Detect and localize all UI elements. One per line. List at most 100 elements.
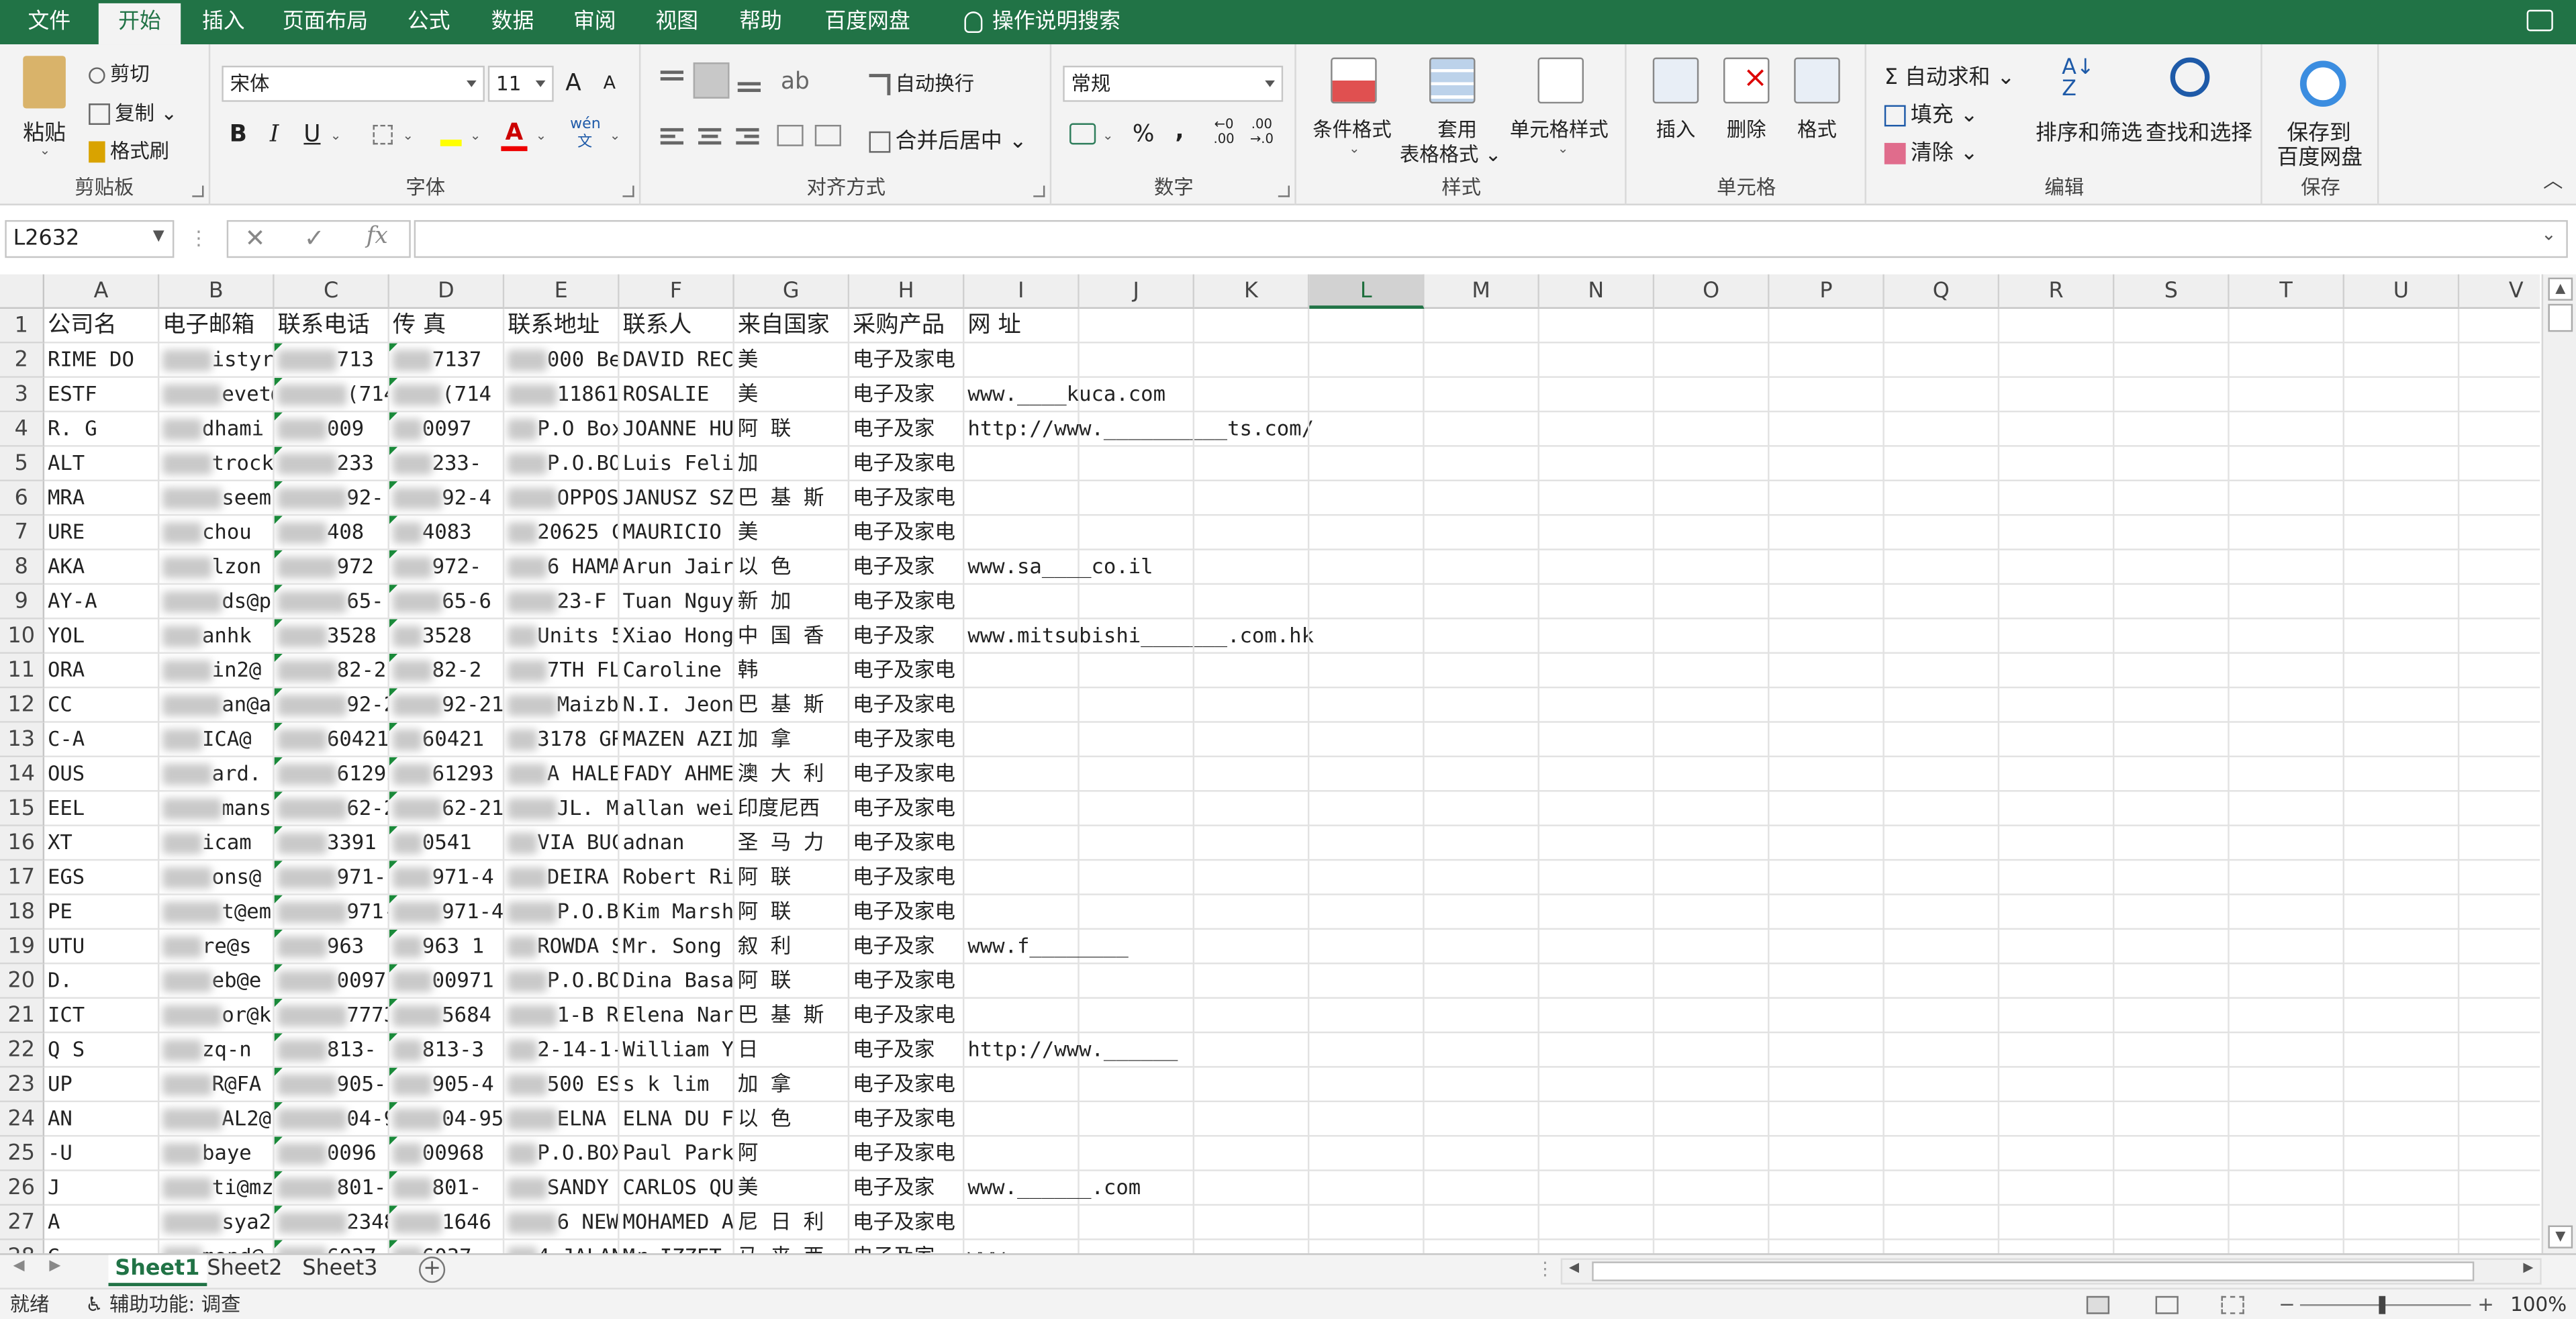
cell-T22[interactable] <box>2229 1033 2345 1068</box>
cell-N7[interactable] <box>1539 516 1655 550</box>
cell-M24[interactable] <box>1424 1102 1539 1137</box>
cell-R5[interactable] <box>1999 446 2115 482</box>
cell-O12[interactable] <box>1654 688 1770 723</box>
cell-B22[interactable]: zq-n <box>159 1033 275 1068</box>
cell-J1[interactable] <box>1079 309 1195 344</box>
cell-N27[interactable] <box>1539 1206 1655 1240</box>
font-launcher[interactable] <box>622 185 634 197</box>
cell-N23[interactable] <box>1539 1067 1655 1103</box>
cell-F10[interactable]: Xiao Hong <box>619 619 734 654</box>
cell-V7[interactable] <box>2459 516 2540 550</box>
cell-T21[interactable] <box>2229 998 2345 1034</box>
zoom-in-icon[interactable]: + <box>2477 1289 2494 1319</box>
cell-N20[interactable] <box>1539 964 1655 999</box>
cell-P10[interactable] <box>1769 619 1885 654</box>
cell-R20[interactable] <box>1999 964 2115 999</box>
cell-K1[interactable] <box>1194 309 1310 344</box>
cell-J26[interactable] <box>1079 1171 1195 1206</box>
cell-S20[interactable] <box>2114 964 2230 999</box>
cell-T17[interactable] <box>2229 861 2345 895</box>
cell-H3[interactable]: 电子及家 <box>849 377 965 413</box>
cell-B1[interactable]: 电子邮箱 <box>159 309 275 344</box>
cell-L15[interactable] <box>1309 791 1425 826</box>
cell-I6[interactable] <box>964 481 1080 516</box>
clipboard-launcher[interactable] <box>192 185 204 197</box>
cell-Q15[interactable] <box>1884 791 2000 826</box>
cell-S27[interactable] <box>2114 1206 2230 1240</box>
cell-S13[interactable] <box>2114 722 2230 758</box>
cell-E13[interactable]: 3178 GRA <box>504 722 620 758</box>
cell-S28[interactable] <box>2114 1240 2230 1254</box>
cell-E3[interactable]: 11861 Ca <box>504 377 620 413</box>
cell-N25[interactable] <box>1539 1136 1655 1171</box>
cell-F18[interactable]: Kim Marsh <box>619 895 734 930</box>
cell-T12[interactable] <box>2229 688 2345 723</box>
cell-U24[interactable] <box>2344 1102 2460 1137</box>
cell-S23[interactable] <box>2114 1067 2230 1103</box>
cell-G3[interactable]: 美 <box>734 377 850 413</box>
scroll-right-icon[interactable]: ▶ <box>2523 1260 2533 1275</box>
cell-D28[interactable]: 6037 <box>389 1240 505 1254</box>
cell-J21[interactable] <box>1079 998 1195 1034</box>
comments-icon[interactable] <box>2526 9 2553 32</box>
cell-S18[interactable] <box>2114 895 2230 930</box>
cell-K17[interactable] <box>1194 861 1310 895</box>
column-header-F[interactable]: F <box>619 274 734 309</box>
comma-button[interactable]: , <box>1165 115 1194 148</box>
cell-R18[interactable] <box>1999 895 2115 930</box>
cell-T6[interactable] <box>2229 481 2345 516</box>
worksheet-grid[interactable]: A B C D E F G H I J K L M N O P Q R S T U V 1 公司名 电子邮箱 联系电话传 真联系地… <box>0 274 2540 1254</box>
cell-H8[interactable]: 电子及家 <box>849 550 965 585</box>
cell-N17[interactable] <box>1539 861 1655 895</box>
cell-H22[interactable]: 电子及家 <box>849 1033 965 1068</box>
row-header[interactable]: 25 <box>0 1136 45 1171</box>
cell-V5[interactable] <box>2459 447 2540 482</box>
tab-7[interactable]: 视图 <box>637 0 716 44</box>
cell-J14[interactable] <box>1079 757 1195 792</box>
cell-K12[interactable] <box>1194 688 1310 723</box>
cell-H5[interactable]: 电子及家电 <box>849 446 965 482</box>
cell-O3[interactable] <box>1654 377 1770 413</box>
cell-D22[interactable]: 813-3 <box>389 1033 505 1068</box>
row-header[interactable]: 14 <box>0 757 45 792</box>
cell-N14[interactable] <box>1539 757 1655 792</box>
cell-L20[interactable] <box>1309 964 1425 999</box>
cell-V26[interactable] <box>2459 1171 2540 1206</box>
cell-Q21[interactable] <box>1884 998 2000 1034</box>
cell-T11[interactable] <box>2229 653 2345 689</box>
cell-K28[interactable] <box>1194 1240 1310 1254</box>
cell-F12[interactable]: N.I. Jeon <box>619 688 734 723</box>
row-header[interactable]: 28 <box>0 1240 45 1254</box>
cell-J13[interactable] <box>1079 722 1195 758</box>
cell-E17[interactable]: DEIRA DU <box>504 861 620 895</box>
scroll-left-icon[interactable]: ◀ <box>1569 1260 1579 1275</box>
cell-V18[interactable] <box>2459 895 2540 930</box>
cell-H28[interactable]: 电子及家 <box>849 1240 965 1254</box>
cell-J20[interactable] <box>1079 964 1195 999</box>
cell-P7[interactable] <box>1769 516 1885 550</box>
cell-L28[interactable] <box>1309 1240 1425 1254</box>
cell-O9[interactable] <box>1654 585 1770 620</box>
cell-S17[interactable] <box>2114 861 2230 895</box>
borders-button[interactable] <box>368 118 397 151</box>
cell-G26[interactable]: 美 <box>734 1171 850 1206</box>
cell-N3[interactable] <box>1539 377 1655 413</box>
cell-B6[interactable]: seem <box>159 481 275 516</box>
cell-I20[interactable] <box>964 964 1080 999</box>
row-header[interactable]: 12 <box>0 688 45 723</box>
cell-A9[interactable]: AY-A <box>44 585 160 620</box>
cell-H26[interactable]: 电子及家 <box>849 1171 965 1206</box>
sheet-tab-3[interactable]: Sheet3 <box>295 1255 384 1286</box>
cell-P23[interactable] <box>1769 1067 1885 1103</box>
conditional-format-button[interactable]: 条件格式 <box>1313 115 1391 143</box>
cell-K16[interactable] <box>1194 826 1310 861</box>
cell-N22[interactable] <box>1539 1033 1655 1068</box>
cell-N2[interactable] <box>1539 343 1655 378</box>
cell-P8[interactable] <box>1769 550 1885 585</box>
column-header-T[interactable]: T <box>2229 274 2345 309</box>
cell-T5[interactable] <box>2229 446 2345 482</box>
cell-G22[interactable]: 日 <box>734 1033 850 1068</box>
cell-R16[interactable] <box>1999 826 2115 861</box>
cell-N10[interactable] <box>1539 619 1655 654</box>
cell-T16[interactable] <box>2229 826 2345 861</box>
